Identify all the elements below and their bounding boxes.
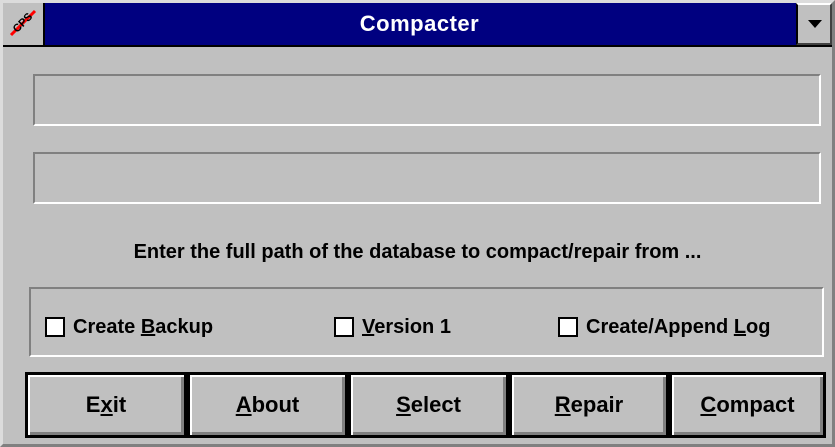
select-button[interactable]: Select [348,372,509,438]
window-title: Compacter [359,11,480,36]
checkbox-icon[interactable] [558,317,578,337]
version-1-label: Version 1 [362,315,451,338]
create-append-log-checkbox[interactable]: Create/Append Log [558,315,770,339]
target-path-field[interactable] [33,152,821,204]
create-append-log-label: Create/Append Log [586,315,771,338]
exit-button[interactable]: Ex it [25,372,187,438]
instruction-label: Enter the full path of the database to c… [133,241,702,263]
cps-app-icon: CPS [8,8,38,38]
compact-button[interactable]: Compact [669,372,826,438]
system-menu-button[interactable]: CPS [3,3,45,45]
chevron-down-icon[interactable] [796,3,832,45]
source-path-field[interactable] [33,74,821,126]
version-1-checkbox[interactable]: Version 1 [334,315,451,339]
checkbox-icon[interactable] [45,317,65,337]
checkbox-icon[interactable] [334,317,354,337]
compacter-window: CPS Compacter Enter the full path of the… [0,0,835,447]
repair-button[interactable]: Repair [509,372,669,438]
create-backup-label: Create Backup [73,315,214,338]
create-backup-checkbox[interactable]: Create Backup [45,315,213,339]
about-button[interactable]: About [187,372,348,438]
title-bar[interactable]: CPS Compacter [3,3,832,47]
